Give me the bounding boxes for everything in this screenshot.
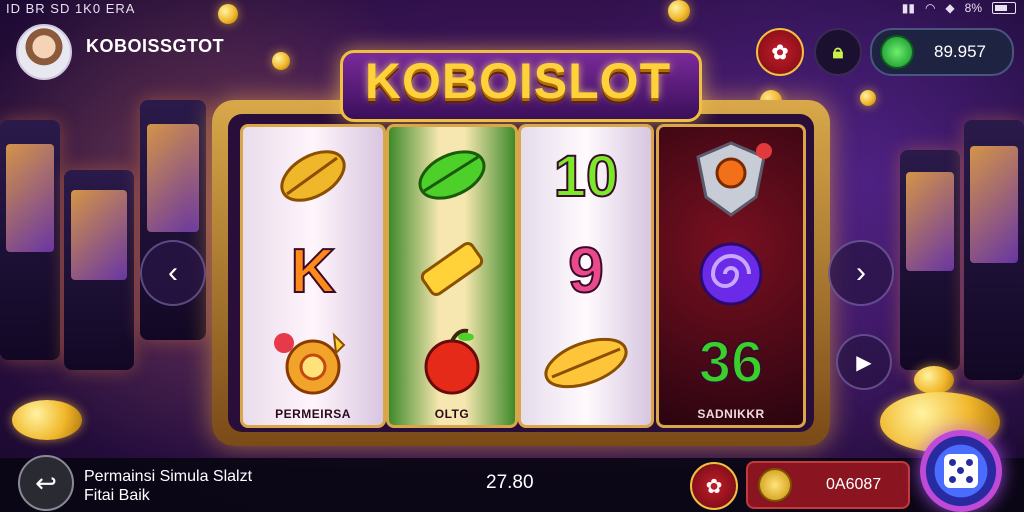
flower-icon: ✿: [705, 475, 723, 498]
next-arrow-button[interactable]: ›: [828, 240, 894, 306]
arcade-cabinet-right-2: [964, 120, 1024, 380]
arcade-cabinet-right-1: [900, 150, 960, 370]
bet-value: 27.80: [486, 472, 534, 493]
reel-3: 10 9: [518, 124, 654, 428]
lock-icon: 🔒︎: [832, 40, 844, 63]
arcade-cabinet-left-2: [64, 170, 134, 370]
game-title-line-1: Permainsi Simula Slalzt: [84, 468, 253, 485]
previous-arrow-button[interactable]: ‹: [140, 240, 206, 306]
play-icon: ▶: [856, 351, 872, 374]
reel-2-label: OLTG: [434, 407, 470, 421]
play-button[interactable]: ▶: [836, 334, 892, 390]
signal-icon: ▮▮: [901, 1, 915, 15]
arcade-cabinet-left-1: [0, 120, 60, 360]
game-logo: KOBOISLOT: [364, 53, 672, 109]
coin-decoration: [272, 52, 290, 70]
golden-leaf-icon: [537, 325, 635, 401]
lock-button[interactable]: 🔒︎: [814, 28, 862, 76]
status-bar: ID BR SD 1K0 ERA ▮▮ ◠ ◆ 8%: [0, 0, 1024, 18]
game-title: Permainsi Simula Slalzt Fitai Baik: [84, 467, 252, 505]
gold-bar-icon: [411, 231, 493, 307]
back-arrow-icon: ↩: [35, 467, 57, 498]
chevron-left-icon: ‹: [168, 256, 178, 289]
back-button[interactable]: ↩: [18, 455, 74, 511]
settings-button[interactable]: ✿: [756, 28, 804, 76]
apple-icon: [411, 323, 493, 399]
wifi-icon: ◠: [924, 1, 936, 15]
brand-name: KOBOISSGTOT: [86, 36, 225, 56]
battery-icon: [992, 2, 1016, 14]
balance-coin-icon: [880, 35, 914, 69]
reel-3-symbol-2: 9: [567, 233, 605, 307]
balance-display[interactable]: 89.957: [870, 28, 1014, 76]
reel-3-symbol-1: 10: [553, 143, 620, 210]
coin-decoration: [914, 366, 954, 394]
game-title-line-2: Fitai Baik: [84, 487, 150, 504]
shield-icon: [683, 135, 779, 221]
spiral-gem-icon: [685, 231, 777, 317]
avatar[interactable]: [16, 24, 72, 80]
options-button[interactable]: ✿: [690, 462, 738, 510]
gear-icon: ✿: [771, 41, 789, 64]
battery-text: 8%: [964, 1, 982, 15]
dice-icon: [944, 454, 978, 488]
chevron-right-icon: ›: [856, 256, 866, 289]
coin-decoration: [860, 90, 876, 106]
reel-1-symbol-2: K: [290, 236, 337, 307]
reel-4-symbol-3: 36: [698, 329, 765, 396]
coin-decoration: [12, 400, 82, 440]
reel-1-label: PERMEIRSA: [275, 407, 351, 421]
flower-coin-icon: [267, 323, 359, 401]
balance-value: 89.957: [934, 42, 986, 61]
win-display: 0A6087: [746, 461, 910, 509]
reel-1: K PERMEIRSA: [240, 124, 386, 428]
green-leaf-icon: [411, 139, 493, 211]
golden-leaf-icon: [273, 141, 353, 211]
reel-4-label: SADNIKKR: [697, 407, 765, 421]
reel-2: OLTG: [386, 124, 518, 428]
reel-4: 36 SADNIKKR: [656, 124, 806, 428]
location-icon: ◆: [945, 1, 955, 15]
spin-button[interactable]: [920, 430, 1002, 512]
win-value: 0A6087: [826, 476, 882, 493]
win-coin-icon: [758, 468, 792, 502]
status-right-icons: ▮▮ ◠ ◆ 8%: [902, 1, 1016, 15]
status-left-text: ID BR SD 1K0 ERA: [6, 1, 136, 16]
